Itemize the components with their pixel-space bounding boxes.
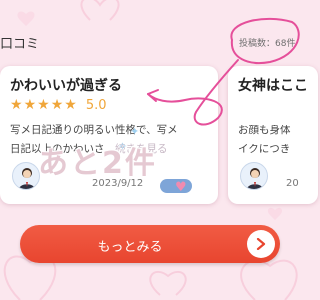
avatar <box>12 162 40 190</box>
user-avatar-icon <box>246 168 264 189</box>
post-count: 投稿数：68件 <box>239 39 296 49</box>
review-title: かわいいが過ぎる <box>10 78 122 94</box>
heart-icon: ♥ <box>175 180 187 195</box>
section-title: 口コミ <box>0 37 40 52</box>
sparkle-icon: ✧ <box>118 140 128 153</box>
review-text-line: お顔も身体 <box>238 125 291 136</box>
sparkle-icon: ✦ <box>130 125 140 138</box>
star-icon: ★ <box>10 97 23 113</box>
overlay-text: あと2件 <box>38 146 157 181</box>
see-more-button[interactable]: もっとみる <box>20 225 280 263</box>
star-icon: ★ <box>64 97 77 113</box>
user-avatar-icon <box>18 168 36 189</box>
see-more-label: もっとみる <box>97 240 163 255</box>
review-card[interactable]: 女神はここ お顔も身体 イクにつき 20 <box>228 66 318 204</box>
review-date: 20 <box>286 178 299 189</box>
review-title: 女神はここ <box>238 78 308 94</box>
avatar <box>240 162 268 190</box>
review-text-line: 写メ日記通りの明るい性格で、写メ <box>10 124 178 136</box>
chevron-right-icon <box>256 238 266 250</box>
star-icon: ★ <box>23 97 37 113</box>
star-icon: ★ <box>37 97 50 113</box>
star-rating: ★ ★ ★ ★ ★ 5.0 <box>10 96 107 114</box>
review-text-line: イクにつき <box>238 144 291 155</box>
rating-value: 5.0 <box>85 97 107 113</box>
chevron-circle <box>247 230 275 258</box>
star-icon: ★ <box>50 97 64 113</box>
